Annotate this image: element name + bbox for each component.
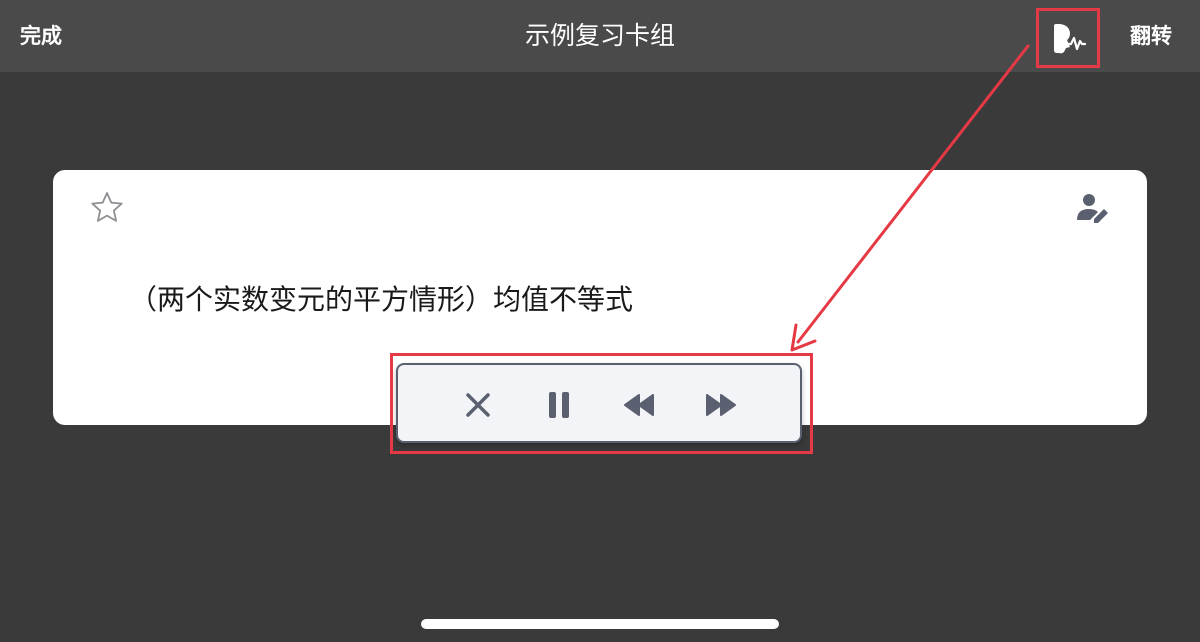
fast-forward-icon[interactable]	[700, 385, 740, 425]
deck-title: 示例复习卡组	[524, 21, 675, 50]
star-outline-icon[interactable]	[89, 190, 125, 226]
pause-icon[interactable]	[539, 385, 579, 425]
audio-player-bar	[396, 363, 802, 443]
rewind-icon[interactable]	[620, 385, 660, 425]
navigation-bar: 完成 示例复习卡组 翻转	[0, 0, 1200, 72]
speak-audio-icon[interactable]	[1047, 20, 1087, 56]
home-indicator[interactable]	[421, 619, 779, 629]
user-edit-icon[interactable]	[1075, 192, 1113, 228]
card-front-text: （两个实数变元的平方情形）均值不等式	[129, 283, 634, 316]
flip-button[interactable]: 翻转	[1130, 20, 1172, 52]
close-icon[interactable]	[458, 385, 498, 425]
